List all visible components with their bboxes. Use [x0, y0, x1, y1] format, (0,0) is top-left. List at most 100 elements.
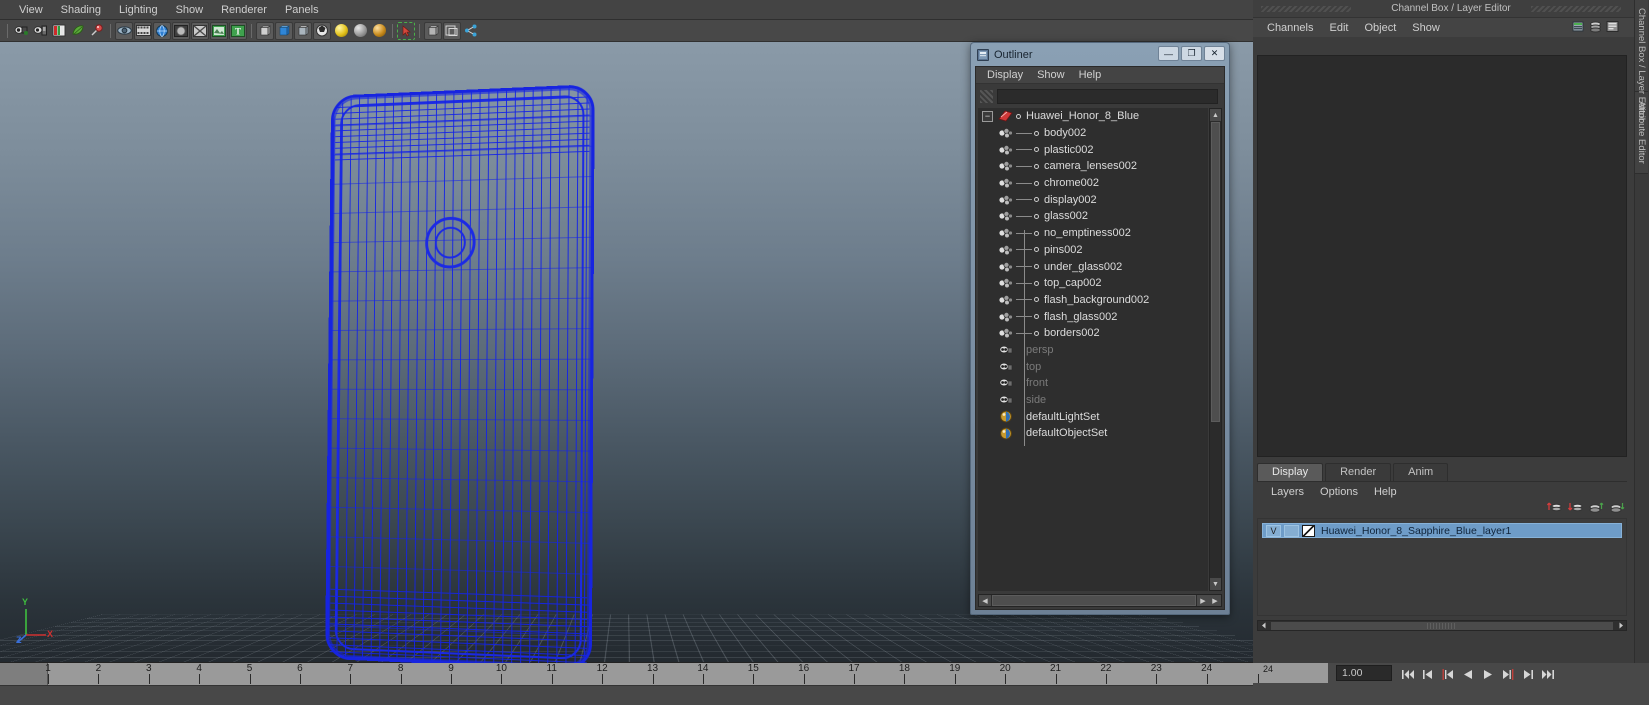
menu-renderer[interactable]: Renderer — [212, 2, 276, 18]
maximize-button[interactable]: ❐ — [1181, 46, 1202, 61]
menu-show[interactable]: Show — [167, 2, 213, 18]
menu-display[interactable]: Display — [980, 68, 1030, 82]
pin-icon[interactable] — [88, 22, 106, 40]
tab-render[interactable]: Render — [1325, 463, 1392, 481]
tree-node-child[interactable]: no_emptiness002 — [978, 225, 1208, 242]
channel-box-content-area[interactable] — [1257, 55, 1627, 457]
new-layer-icon[interactable] — [1546, 501, 1562, 517]
scroll-right-arrow-icon[interactable]: ▶ — [1197, 595, 1209, 606]
menu-object[interactable]: Object — [1356, 20, 1404, 36]
tree-node-child[interactable]: flash_glass002 — [978, 308, 1208, 325]
tree-node-camera[interactable]: top — [978, 358, 1208, 375]
menu-layers[interactable]: Layers — [1263, 485, 1312, 499]
outliner-titlebar[interactable]: Outliner — ❐ ✕ — [973, 45, 1227, 64]
tree-node-child[interactable]: glass002 — [978, 208, 1208, 225]
film-gate-icon[interactable] — [134, 21, 152, 40]
menu-help[interactable]: Help — [1366, 485, 1405, 499]
layer-editor-icon[interactable] — [1589, 20, 1602, 36]
current-frame-field[interactable]: 1.00 — [1336, 665, 1392, 681]
scroll-right-arrow-icon[interactable] — [1615, 621, 1626, 630]
textured-icon[interactable] — [313, 21, 331, 40]
select-camera-icon[interactable] — [12, 22, 30, 40]
smooth-shade-icon[interactable] — [275, 21, 293, 40]
menu-channels[interactable]: Channels — [1259, 20, 1321, 36]
tree-node-set[interactable]: defaultLightSet — [978, 408, 1208, 425]
tree-node-child[interactable]: pins002 — [978, 242, 1208, 259]
gate-mask-icon[interactable] — [172, 21, 190, 40]
menu-view[interactable]: View — [10, 2, 52, 18]
playback-range-slider[interactable]: 24 — [1253, 663, 1328, 683]
tree-node-child[interactable]: chrome002 — [978, 175, 1208, 192]
vtab-attribute-editor[interactable]: Attribute Editor — [1635, 92, 1648, 174]
tree-node-root[interactable]: − Huawei_Honor_8_Blue — [978, 108, 1208, 125]
shadows-icon[interactable] — [370, 22, 388, 40]
xray-icon[interactable] — [191, 21, 209, 40]
tree-node-child[interactable]: flash_background002 — [978, 292, 1208, 309]
vtab-channel-box-layer-editor[interactable]: Channel Box / Layer Editor — [1635, 0, 1648, 122]
menu-help[interactable]: Help — [1072, 68, 1109, 82]
go-to-end-button[interactable] — [1538, 665, 1558, 683]
outliner-window[interactable]: Outliner — ❐ ✕ Display Show Help − Huawei… — [970, 42, 1230, 615]
list-item[interactable]: V Huawei_Honor_8_Sapphire_Blue_layer1 — [1262, 523, 1622, 538]
scroll-right-arrow-icon-2[interactable]: ▶ — [1209, 595, 1221, 606]
go-to-start-button[interactable] — [1398, 665, 1418, 683]
menu-shading[interactable]: Shading — [52, 2, 110, 18]
display-layer-list[interactable]: V Huawei_Honor_8_Sapphire_Blue_layer1 — [1257, 518, 1627, 616]
scrollbar-thumb[interactable] — [1271, 621, 1613, 630]
text-icon[interactable]: T — [229, 21, 247, 40]
wireframe-shading-icon[interactable] — [256, 21, 274, 40]
scroll-left-arrow-icon[interactable]: ◀ — [979, 595, 991, 606]
grid-leaf-icon[interactable] — [69, 22, 87, 40]
play-forwards-button[interactable] — [1478, 665, 1498, 683]
use-default-light-icon[interactable] — [332, 22, 350, 40]
menu-edit[interactable]: Edit — [1321, 20, 1356, 36]
new-layer-from-selected-icon[interactable] — [1567, 501, 1583, 517]
layer-display-type-toggle[interactable] — [1284, 524, 1299, 537]
move-layer-down-icon[interactable] — [1610, 501, 1625, 517]
smooth-shade-all-icon[interactable] — [294, 21, 312, 40]
menu-panels[interactable]: Panels — [276, 2, 328, 18]
close-button[interactable]: ✕ — [1204, 46, 1225, 61]
tree-node-child[interactable]: top_cap002 — [978, 275, 1208, 292]
scroll-left-arrow-icon[interactable] — [1258, 621, 1269, 630]
tree-node-camera[interactable]: front — [978, 375, 1208, 392]
tab-anim[interactable]: Anim — [1393, 463, 1449, 481]
layer-visibility-toggle[interactable]: V — [1266, 524, 1281, 537]
search-input[interactable] — [997, 88, 1218, 104]
outliner-tree[interactable]: − Huawei_Honor_8_Blue body002 plastic002 cam… — [978, 108, 1208, 591]
tree-node-set[interactable]: defaultObjectSet — [978, 425, 1208, 442]
attribute-editor-icon[interactable] — [1606, 20, 1619, 36]
scrollbar-thumb[interactable] — [1211, 122, 1220, 422]
menu-show[interactable]: Show — [1030, 68, 1072, 82]
resolution-gate-icon[interactable] — [153, 21, 171, 40]
play-backwards-button[interactable] — [1458, 665, 1478, 683]
scroll-down-arrow-icon[interactable]: ▼ — [1210, 578, 1221, 590]
step-back-frame-button[interactable] — [1438, 665, 1458, 683]
channel-box-icon[interactable] — [1572, 20, 1585, 36]
step-back-keyframe-button[interactable] — [1418, 665, 1438, 683]
huawei-honor-8-wireframe-model[interactable] — [325, 84, 595, 663]
book-icon[interactable] — [50, 22, 68, 40]
tree-node-camera[interactable]: side — [978, 392, 1208, 409]
tree-node-child[interactable]: camera_lenses002 — [978, 158, 1208, 175]
layer-list-horizontal-scrollbar[interactable] — [1257, 620, 1627, 631]
screenshot-selected-icon[interactable] — [397, 21, 415, 40]
timeline-slider[interactable]: 1 2 3 4 5 6 7 8 9 10 11 12 13 14 15 16 17 18 19 20 21 22 23 24 — [0, 663, 1253, 685]
expand-collapse-toggle[interactable]: − — [982, 110, 993, 122]
step-forward-keyframe-button[interactable] — [1518, 665, 1538, 683]
tree-node-child[interactable]: plastic002 — [978, 141, 1208, 158]
menu-show[interactable]: Show — [1404, 20, 1448, 36]
exposure-icon[interactable] — [210, 21, 228, 40]
menu-options[interactable]: Options — [1312, 485, 1366, 499]
tab-display[interactable]: Display — [1257, 463, 1324, 481]
tree-node-child[interactable]: body002 — [978, 125, 1208, 142]
step-forward-frame-button[interactable] — [1498, 665, 1518, 683]
layer-color-swatch[interactable] — [1302, 524, 1315, 537]
scrollbar-thumb[interactable] — [992, 595, 1196, 606]
use-all-lights-icon[interactable] — [351, 22, 369, 40]
isolate-select-icon[interactable] — [424, 21, 442, 40]
xray-joints-icon[interactable] — [443, 21, 461, 40]
tree-node-camera[interactable]: persp — [978, 342, 1208, 359]
move-layer-up-icon[interactable] — [1589, 501, 1604, 517]
outliner-horizontal-scrollbar[interactable]: ◀ ▶ ▶ — [978, 594, 1222, 607]
